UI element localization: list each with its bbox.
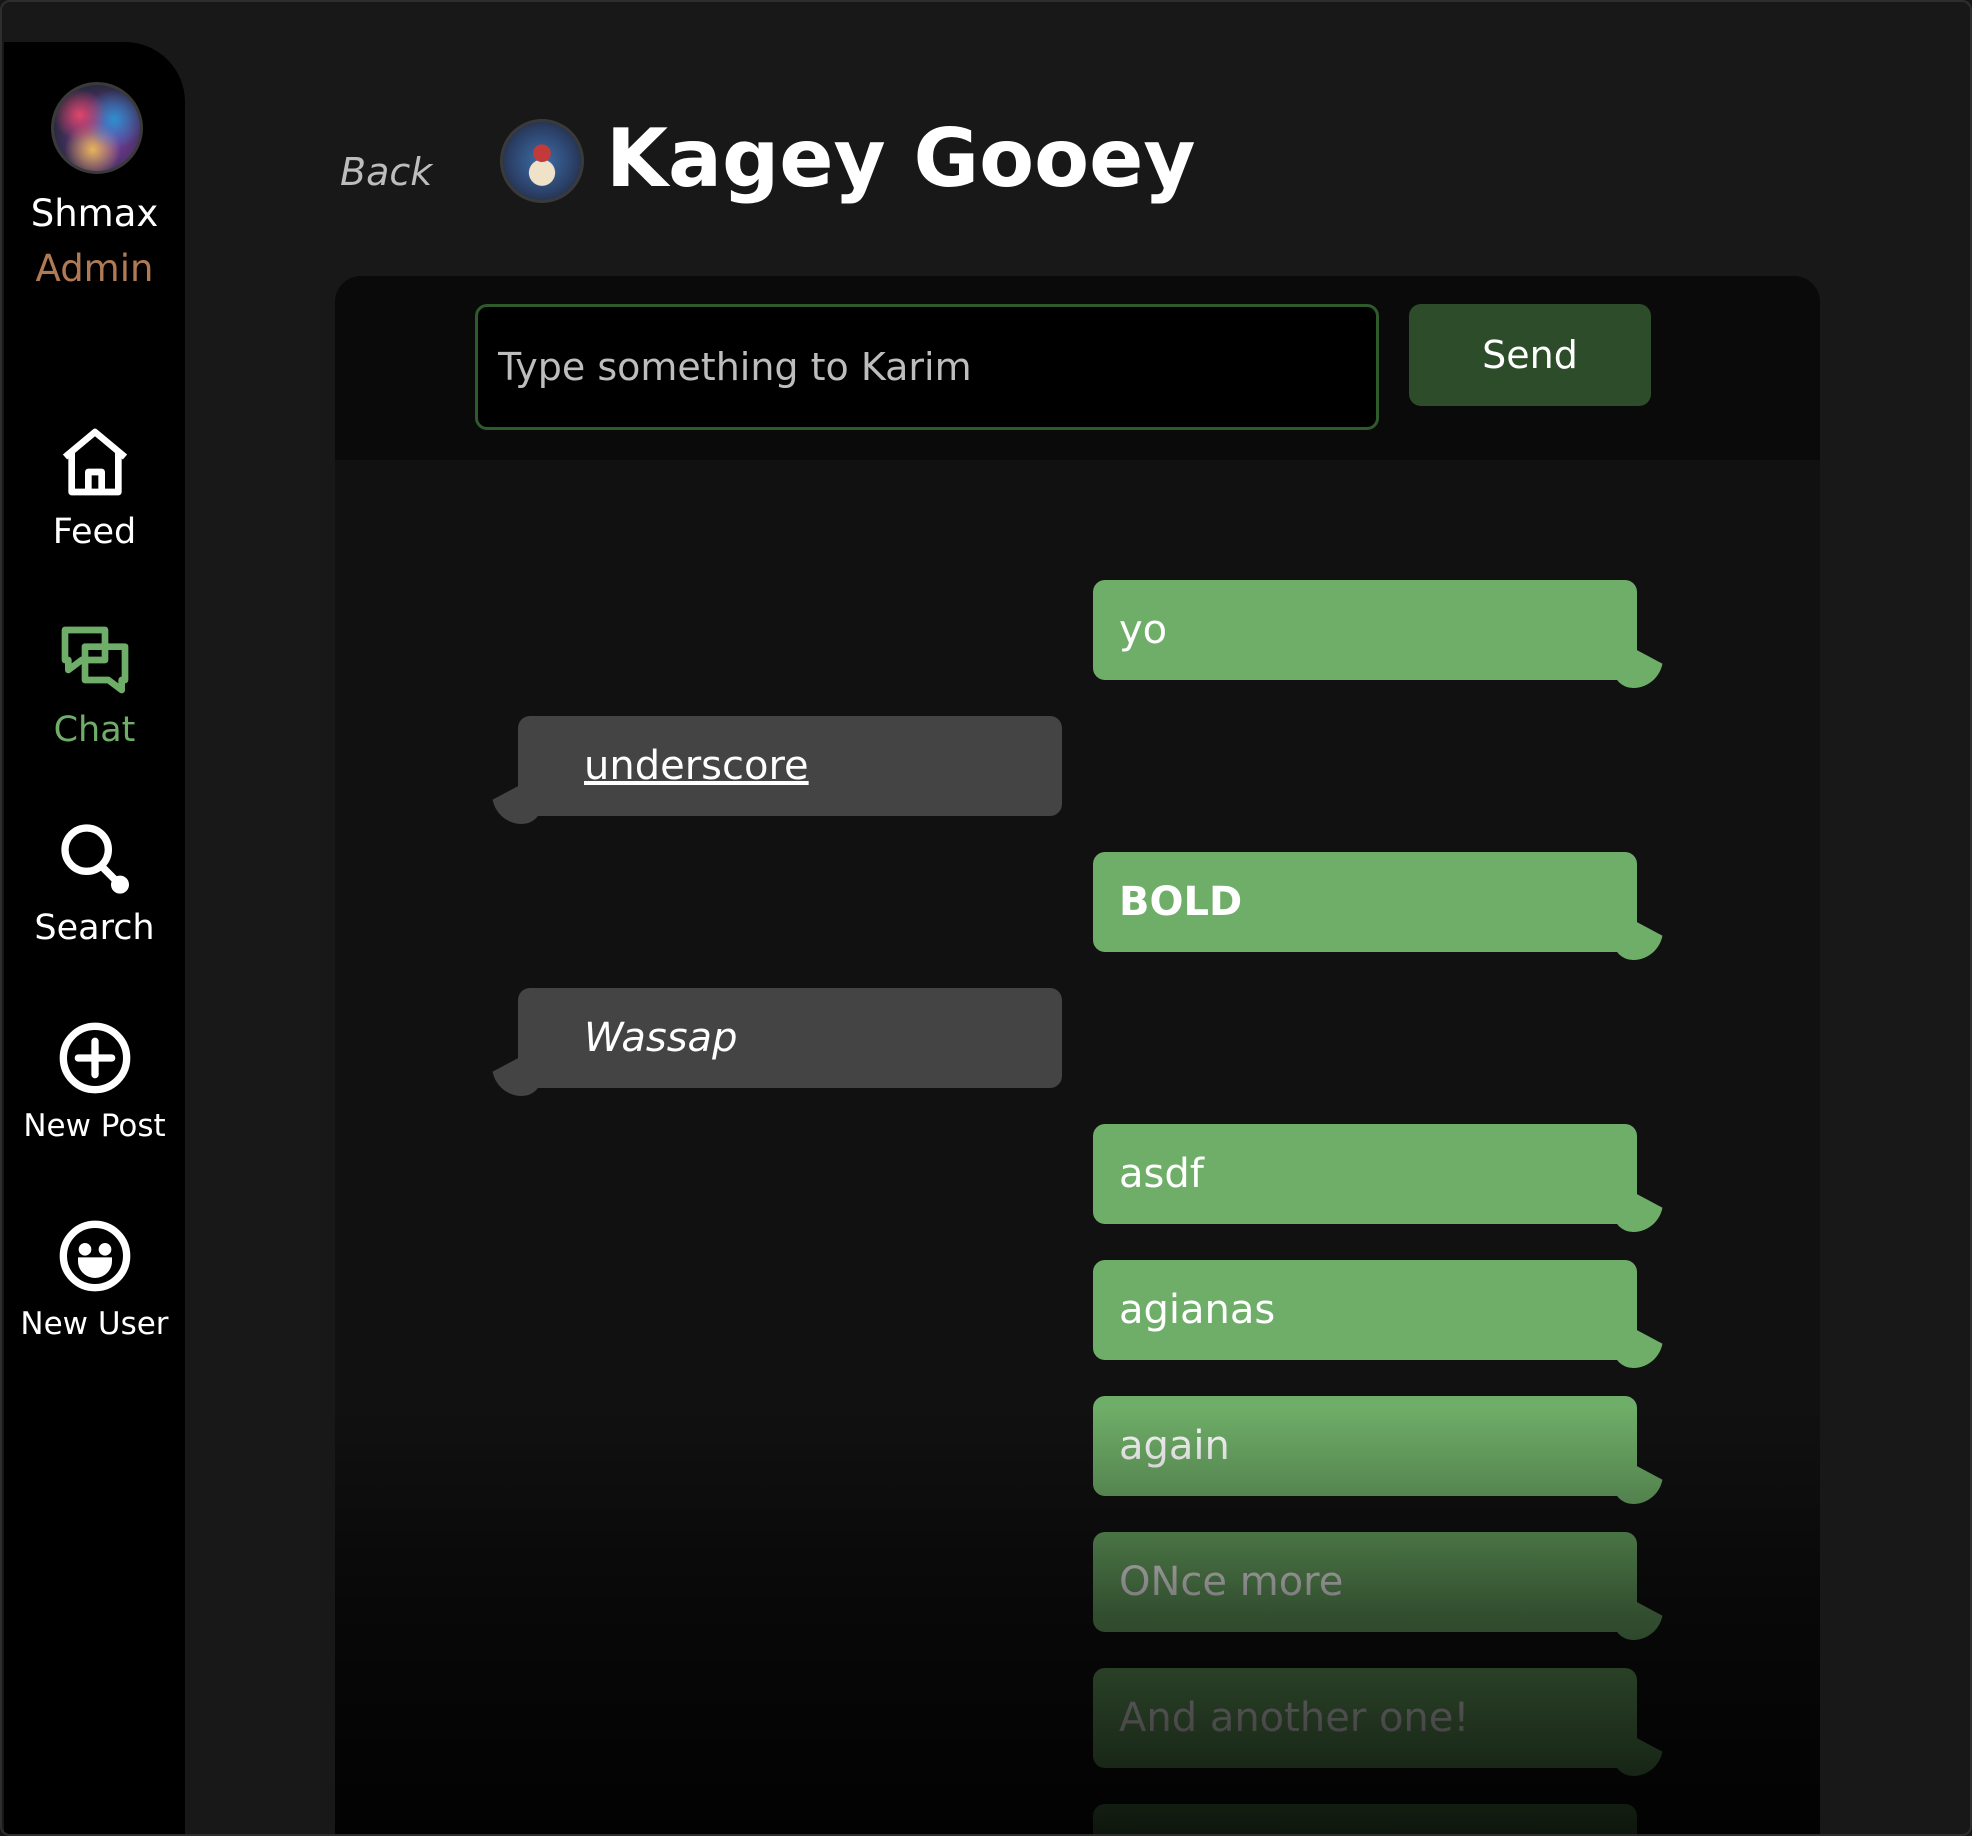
message-bubble-sent: ONce more	[1093, 1532, 1637, 1632]
sidebar-item-chat[interactable]: Chat	[4, 620, 185, 750]
plus-circle-icon	[59, 1022, 130, 1094]
message-bubble-sent: yo	[1093, 580, 1637, 680]
message-bubble-sent: And another one!	[1093, 1668, 1637, 1768]
sidebar-item-feed[interactable]: Feed	[4, 422, 185, 552]
message-input[interactable]	[475, 304, 1379, 430]
search-icon	[60, 824, 129, 894]
sidebar-item-new-user[interactable]: New User	[4, 1216, 185, 1342]
message-bubble-received: Wassap	[518, 988, 1062, 1088]
message-bubble-received: underscore	[518, 716, 1062, 816]
message-bubble-sent: BOLD	[1093, 852, 1637, 952]
message-composer: Send	[335, 276, 1820, 460]
profile-name: Shmax	[30, 192, 159, 235]
message-bubble-sent: agianas	[1093, 1260, 1637, 1360]
app-window: Shmax Admin Feed Chat Search New Post Ne…	[0, 0, 1972, 1836]
send-button[interactable]: Send	[1409, 304, 1651, 406]
profile-avatar[interactable]	[51, 82, 143, 174]
sidebar-item-label: Search	[34, 908, 155, 948]
sidebar-item-label: Chat	[53, 710, 136, 750]
sidebar: Shmax Admin Feed Chat Search New Post Ne…	[4, 42, 185, 1834]
chat-icon	[61, 626, 128, 694]
back-link[interactable]: Back	[340, 150, 432, 194]
message-bubble-sent: again	[1093, 1396, 1637, 1496]
sidebar-item-label: Feed	[52, 512, 137, 552]
sidebar-item-label: New User	[20, 1306, 169, 1342]
home-icon	[62, 428, 127, 496]
message-bubble-sent: asdf	[1093, 1124, 1637, 1224]
sidebar-item-label: New Post	[23, 1108, 166, 1144]
message-bubble-sent-partial	[1093, 1804, 1637, 1834]
chat-panel: Send yo underscore BOLD Wassap asdf agia…	[335, 276, 1820, 1834]
sidebar-item-search[interactable]: Search	[4, 818, 185, 948]
page-title: Kagey Gooey	[606, 112, 1196, 205]
contact-avatar[interactable]	[500, 119, 584, 203]
profile-role: Admin	[35, 247, 154, 290]
sidebar-item-new-post[interactable]: New Post	[4, 1018, 185, 1144]
smiley-icon	[59, 1220, 130, 1292]
